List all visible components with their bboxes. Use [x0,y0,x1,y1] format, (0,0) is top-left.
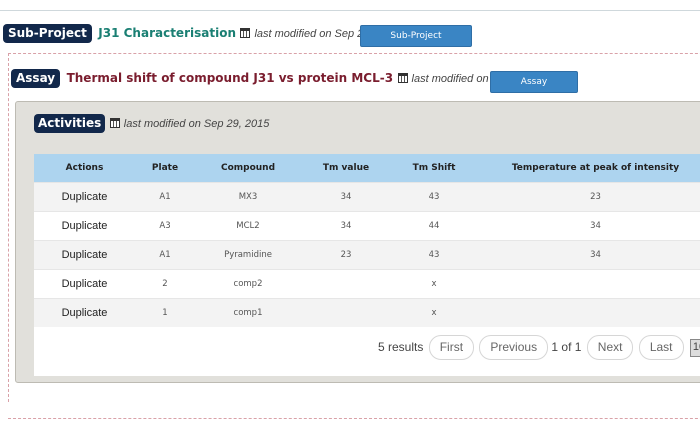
assay-header: Assay Thermal shift of compound J31 vs p… [11,69,557,88]
table-row: Duplicate A3 MCL2 34 44 34 [34,211,700,241]
next-page-button[interactable]: Next [586,335,634,360]
cell-compound: comp1 [195,298,301,327]
table-row: Duplicate 1 comp1 x [34,298,700,327]
duplicate-link[interactable]: Duplicate [34,211,135,241]
activities-table: Actions Plate Compound Tm value Tm Shift… [34,154,700,327]
cell-tm-value: 23 [301,240,391,270]
column-header-plate[interactable]: Plate [135,154,195,183]
calendar-icon [109,118,120,128]
cell-plate: 2 [135,269,195,299]
column-header-actions[interactable]: Actions [34,154,135,183]
duplicate-link[interactable]: Duplicate [34,269,135,299]
cell-plate: 1 [135,298,195,327]
subproject-title[interactable]: J31 Characterisation [98,26,236,40]
table-row: Duplicate A1 Pyramidine 23 43 34 [34,240,700,270]
assay-title[interactable]: Thermal shift of compound J31 vs protein… [67,71,393,85]
cell-compound: Pyramidine [195,240,301,270]
table-row: Duplicate A1 MX3 34 43 23 [34,182,700,212]
cell-plate: A1 [135,182,195,212]
previous-page-button[interactable]: Previous [479,335,549,360]
column-header-compound[interactable]: Compound [195,154,301,183]
cell-peak-temperature: 23 [477,182,700,212]
next-subproject-container [8,418,700,439]
subproject-header: Sub-Project J31 Characterisation last mo… [3,24,400,44]
column-header-tm-value[interactable]: Tm value [301,154,391,183]
last-page-button[interactable]: Last [638,335,684,360]
results-count: 5 results [378,340,424,354]
cell-tm-shift: 43 [391,240,477,270]
activities-badge: Activities [34,114,106,133]
cell-tm-shift: 43 [391,182,477,212]
cell-tm-value: 34 [301,182,391,212]
table-row: Duplicate 2 comp2 x [34,269,700,299]
cell-tm-value [301,298,391,327]
cell-compound: MCL2 [195,211,301,241]
column-header-tm-shift[interactable]: Tm Shift [391,154,477,183]
cell-peak-temperature [477,298,700,327]
assay-actions-button[interactable]: Assay Actions... [490,71,578,107]
cell-compound: comp2 [195,269,301,299]
first-page-button[interactable]: First [428,335,475,360]
column-header-peak-temperature[interactable]: Temperature at peak of intensity [477,154,700,183]
subproject-badge: Sub-Project [3,24,92,43]
cell-tm-value: 34 [301,211,391,241]
cell-tm-shift: 44 [391,211,477,241]
page-size-select[interactable]: 10 [689,338,700,357]
duplicate-link[interactable]: Duplicate [34,182,135,212]
cell-compound: MX3 [195,182,301,212]
cell-tm-shift: x [391,269,477,299]
calendar-icon [240,28,251,38]
cell-peak-temperature: 34 [477,211,700,241]
pagination: 5 results First Previous 1 of 1 Next Las… [378,335,700,360]
cell-peak-temperature: 34 [477,240,700,270]
cell-plate: A3 [135,211,195,241]
duplicate-link[interactable]: Duplicate [34,240,135,270]
page-info: 1 of 1 [551,340,582,354]
activities-header: Activities last modified on Sep 29, 2015 [34,114,269,133]
duplicate-link[interactable]: Duplicate [34,298,135,327]
top-divider [0,10,700,11]
cell-tm-shift: x [391,298,477,327]
cell-plate: A1 [135,240,195,270]
cell-peak-temperature [477,269,700,299]
assay-badge: Assay [11,69,61,88]
cell-tm-value [301,269,391,299]
calendar-icon [397,73,408,83]
activities-modified: last modified on Sep 29, 2015 [123,118,270,130]
table-header-row: Actions Plate Compound Tm value Tm Shift… [34,154,700,183]
subproject-actions-button[interactable]: Sub-Project Actions... [360,25,472,61]
